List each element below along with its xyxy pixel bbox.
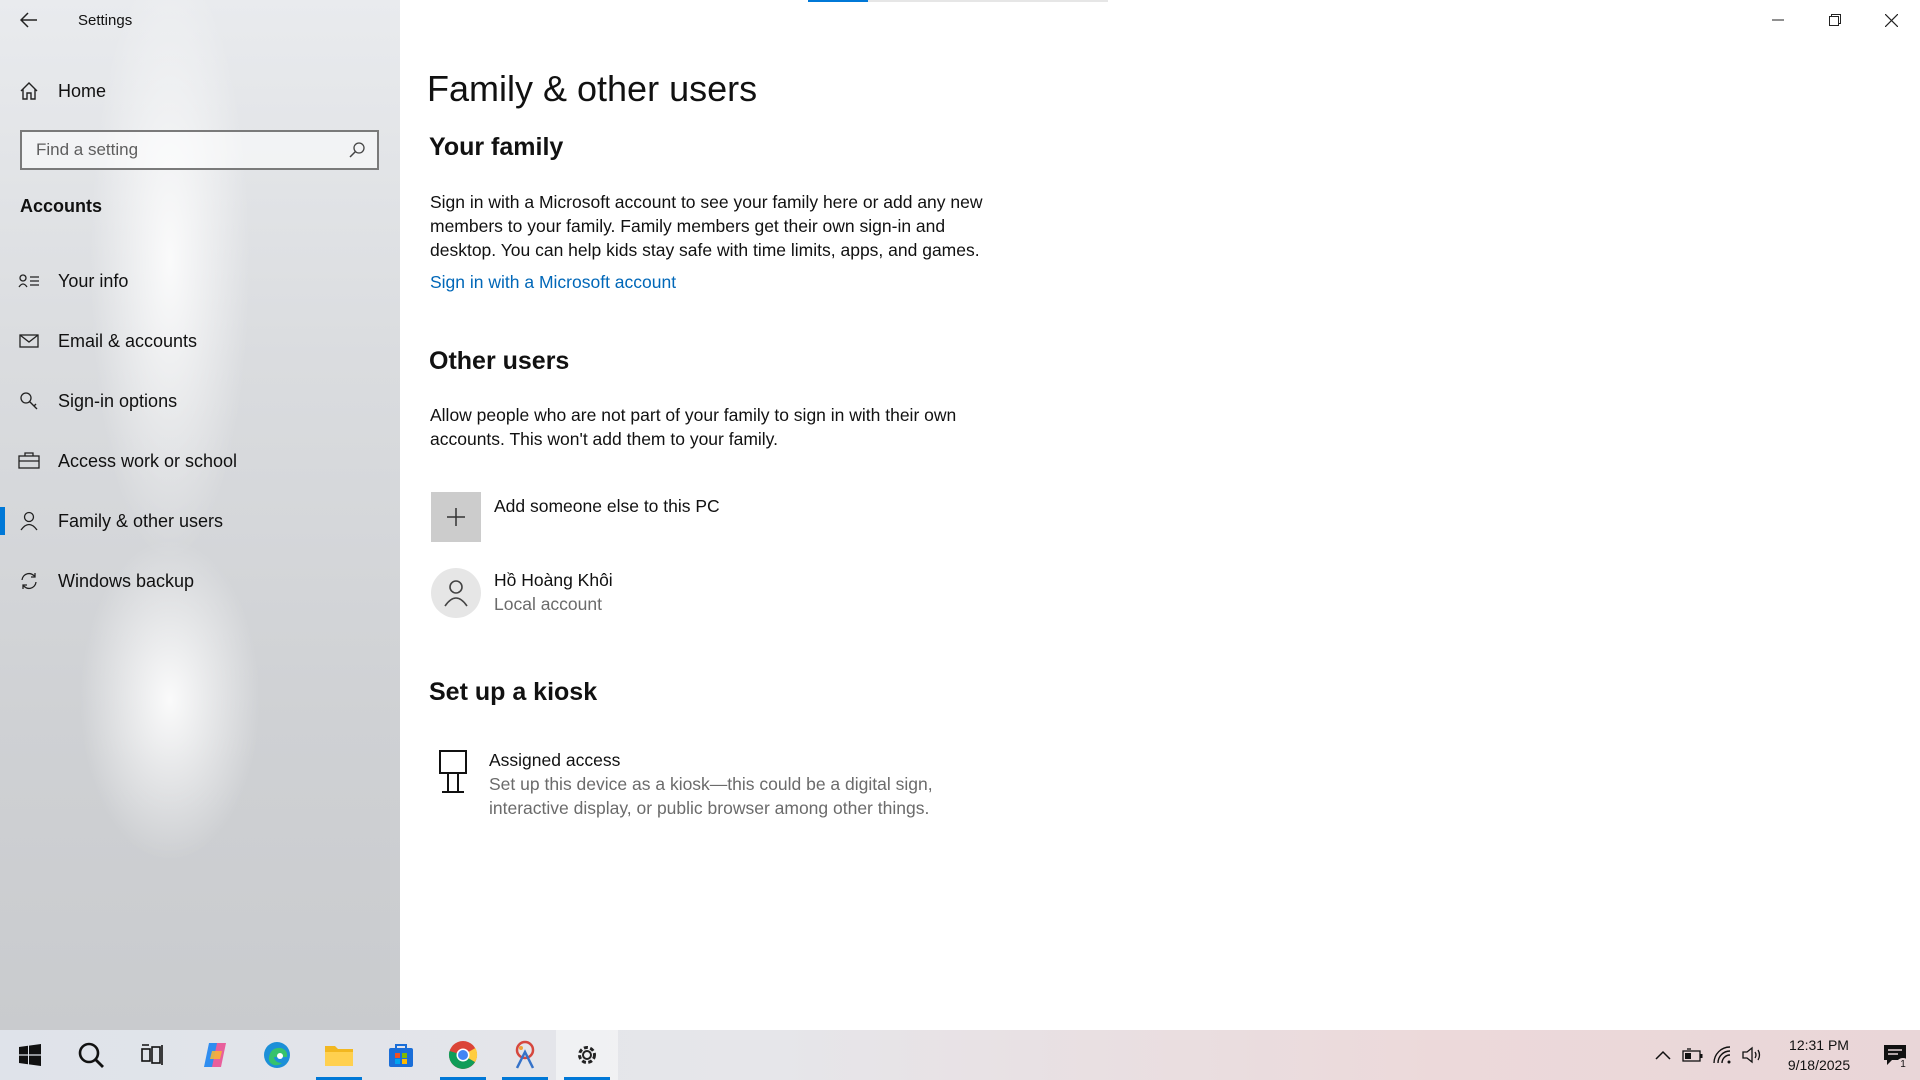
sidebar-item-email-accounts[interactable]: Email & accounts xyxy=(0,317,400,365)
sidebar-item-label: Email & accounts xyxy=(58,330,198,351)
close-button[interactable] xyxy=(1863,0,1920,40)
paint-button[interactable] xyxy=(494,1030,556,1080)
section-heading-accounts: Accounts xyxy=(20,196,103,216)
store-icon xyxy=(389,1044,413,1067)
edge-icon xyxy=(264,1042,290,1068)
sidebar-item-label: Access work or school xyxy=(58,450,238,471)
volume-icon[interactable] xyxy=(1738,1030,1768,1080)
person-icon xyxy=(444,580,468,607)
user-name: Hồ Hoàng Khôi xyxy=(494,570,613,590)
search-placeholder: Find a setting xyxy=(36,140,139,159)
battery-icon[interactable] xyxy=(1678,1030,1708,1080)
plus-icon xyxy=(431,492,481,542)
window-controls xyxy=(1749,0,1920,40)
back-button[interactable] xyxy=(0,0,58,40)
sidebar-item-family[interactable]: Family & other users xyxy=(0,497,400,545)
sync-icon xyxy=(0,571,58,591)
key-icon xyxy=(0,391,58,411)
sidebar-item-label: Sign-in options xyxy=(58,390,178,411)
sidebar-item-home[interactable]: Home xyxy=(0,72,400,110)
search-icon[interactable] xyxy=(337,141,377,159)
kiosk-icon xyxy=(431,748,471,799)
gear-icon xyxy=(578,1046,596,1064)
kiosk-heading: Set up a kiosk xyxy=(429,678,598,706)
chrome-button[interactable] xyxy=(432,1030,494,1080)
assigned-access-title: Assigned access xyxy=(489,750,621,770)
sidebar-item-access-work[interactable]: Access work or school xyxy=(0,437,400,485)
minimize-button[interactable] xyxy=(1749,0,1806,40)
assigned-access-item[interactable]: Assigned access Set up this device as a … xyxy=(431,748,969,820)
sidebar-item-label: Family & other users xyxy=(58,510,224,531)
restore-button[interactable] xyxy=(1806,0,1863,40)
start-button[interactable] xyxy=(0,1030,60,1080)
wifi-icon[interactable] xyxy=(1708,1030,1738,1080)
clock-time: 12:31 PM xyxy=(1789,1037,1849,1053)
page-title: Family & other users xyxy=(427,68,758,109)
mail-icon xyxy=(0,333,58,349)
your-family-description: Sign in with a Microsoft account to see … xyxy=(430,192,983,260)
window-title: Settings xyxy=(78,11,133,29)
task-view-button[interactable] xyxy=(122,1030,184,1080)
file-explorer-button[interactable] xyxy=(308,1030,370,1080)
system-tray: 12:31 PM 9/18/2025 1 xyxy=(1648,1030,1920,1080)
assigned-access-description: Set up this device as a kiosk—this could… xyxy=(489,774,933,818)
user-account-item[interactable]: Hồ Hoàng Khôi Local account xyxy=(431,568,613,618)
other-users-heading: Other users xyxy=(429,347,570,375)
back-arrow-icon xyxy=(20,12,37,28)
your-family-heading: Your family xyxy=(429,133,564,161)
clock-date: 9/18/2025 xyxy=(1787,1057,1851,1073)
taskbar-search-button[interactable] xyxy=(60,1030,122,1080)
copilot-button[interactable] xyxy=(184,1030,246,1080)
home-label: Home xyxy=(58,80,107,101)
taskbar: 12:31 PM 9/18/2025 1 xyxy=(0,1030,1920,1080)
sidebar-item-label: Windows backup xyxy=(58,570,195,591)
title-bar: Settings xyxy=(0,0,400,40)
windows-logo-icon xyxy=(19,1044,41,1066)
sidebar-item-your-info[interactable]: Your info xyxy=(0,257,400,305)
restore-icon xyxy=(1828,14,1841,26)
chrome-icon xyxy=(448,1041,478,1069)
search-input[interactable]: Find a setting xyxy=(20,130,379,170)
contact-card-icon xyxy=(0,272,58,290)
notification-count-badge: 1 xyxy=(1896,1058,1910,1072)
copilot-icon xyxy=(204,1043,226,1067)
search-icon xyxy=(78,1042,104,1068)
task-view-icon xyxy=(141,1044,163,1065)
other-users-description: Allow people who are not part of your fa… xyxy=(430,405,957,449)
folder-icon xyxy=(325,1046,353,1066)
chevron-up-icon[interactable] xyxy=(1648,1030,1678,1080)
sidebar-item-label: Your info xyxy=(58,270,129,291)
action-center-button[interactable]: 1 xyxy=(1870,1030,1920,1080)
main-content: Family & other users Your family Sign in… xyxy=(400,0,1920,1030)
add-user-label: Add someone else to this PC xyxy=(494,496,720,516)
sidebar-item-sign-in-options[interactable]: Sign-in options xyxy=(0,377,400,425)
loading-indicator xyxy=(808,0,1108,2)
store-button[interactable] xyxy=(370,1030,432,1080)
minimize-icon xyxy=(1771,19,1784,21)
close-icon xyxy=(1885,13,1898,27)
user-account-type: Local account xyxy=(494,594,602,614)
sign-in-microsoft-link[interactable]: Sign in with a Microsoft account xyxy=(430,272,676,293)
clock[interactable]: 12:31 PM 9/18/2025 xyxy=(1774,1035,1864,1075)
home-icon xyxy=(0,81,58,101)
edge-button[interactable] xyxy=(246,1030,308,1080)
paint-icon xyxy=(515,1040,535,1069)
sidebar: Settings Home Find a setting Accounts Yo… xyxy=(0,0,400,1030)
settings-taskbar-button[interactable] xyxy=(556,1030,618,1080)
briefcase-icon xyxy=(0,452,58,470)
avatar xyxy=(431,568,481,618)
person-icon xyxy=(0,511,58,531)
add-user-button[interactable]: Add someone else to this PC xyxy=(431,492,720,542)
sidebar-item-windows-backup[interactable]: Windows backup xyxy=(0,557,400,605)
